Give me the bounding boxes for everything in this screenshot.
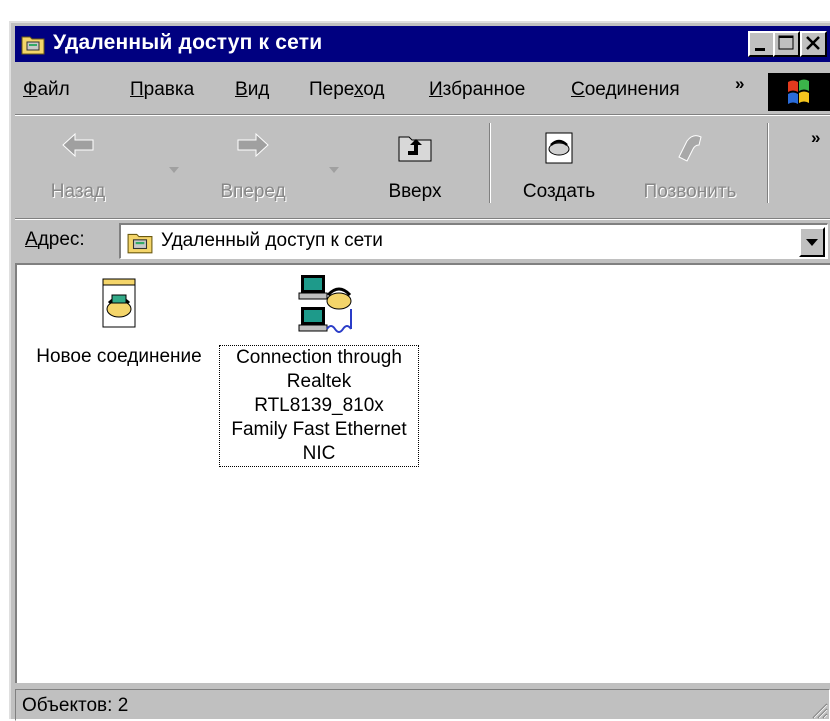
forward-dropdown-icon[interactable]	[327, 165, 341, 175]
menu-separator	[15, 114, 830, 116]
windows-logo-icon	[768, 73, 830, 111]
back-dropdown-icon[interactable]	[167, 165, 181, 175]
up-folder-icon	[397, 131, 433, 168]
menu-connections[interactable]: Соединения	[571, 79, 680, 101]
maximize-button[interactable]	[773, 31, 800, 57]
list-item-new-connection[interactable]: Новое соединение	[21, 271, 217, 369]
menu-file[interactable]: Файл	[23, 79, 70, 101]
toolbar-overflow-chevron[interactable]: »	[811, 129, 820, 146]
menu-favorites[interactable]: Избранное	[429, 79, 525, 101]
create-button[interactable]: Создать	[509, 117, 609, 213]
toolbar-separator-2	[767, 123, 769, 203]
back-label: Назад	[50, 181, 106, 202]
address-value: Удаленный доступ к сети	[161, 230, 383, 251]
minimize-button[interactable]	[748, 31, 775, 57]
back-arrow-icon	[61, 131, 95, 164]
status-pane: Объектов: 2	[15, 689, 830, 721]
menu-view[interactable]: Вид	[235, 79, 269, 101]
connection-icon	[219, 271, 419, 345]
forward-arrow-icon	[236, 131, 270, 164]
create-label: Создать	[522, 181, 596, 202]
new-connection-icon	[21, 271, 217, 345]
status-bar: Объектов: 2	[15, 687, 830, 721]
status-object-count: Объектов: 2	[22, 695, 129, 716]
phone-icon	[673, 131, 707, 170]
menu-overflow-chevron[interactable]: »	[735, 75, 744, 92]
back-button[interactable]: Назад	[43, 117, 113, 213]
item-label: Connection through Realtek RTL8139_810x …	[219, 345, 419, 467]
close-button[interactable]	[800, 31, 827, 57]
list-item-connection-realtek[interactable]: Connection through Realtek RTL8139_810x …	[219, 271, 419, 467]
standard-toolbar: Назад Вперед Вверх Создать Позвонить »	[15, 117, 830, 217]
title-bar[interactable]: Удаленный доступ к сети	[15, 26, 830, 62]
up-button[interactable]: Вверх	[375, 117, 455, 213]
dialup-folder-icon	[21, 33, 45, 60]
address-label: Адрес:	[25, 229, 85, 250]
menu-bar: Файл Правка Вид Переход Избранное Соедин…	[15, 67, 830, 113]
toolbar-separator	[489, 123, 491, 203]
new-connection-toolbar-icon	[542, 131, 576, 170]
explorer-window: Удаленный доступ к сети Файл Правка Вид …	[9, 21, 830, 721]
resize-grip-icon[interactable]	[810, 701, 828, 719]
dial-label: Позвонить	[643, 181, 737, 202]
item-label: Новое соединение	[36, 346, 202, 367]
menu-edit[interactable]: Правка	[130, 79, 194, 101]
folder-view[interactable]: Новое соединение Connection through Real…	[15, 263, 830, 683]
up-label: Вверх	[388, 181, 442, 202]
address-dropdown-button[interactable]	[799, 227, 825, 257]
menu-go[interactable]: Переход	[309, 79, 385, 101]
address-input[interactable]: Удаленный доступ к сети	[119, 223, 828, 259]
chevron-down-icon	[806, 239, 818, 246]
address-bar: Адрес: Удаленный доступ к сети	[15, 221, 830, 261]
forward-button[interactable]: Вперед	[213, 117, 293, 213]
toolbar-separator-line	[15, 218, 830, 220]
forward-label: Вперед	[220, 181, 286, 202]
dialup-folder-icon	[127, 230, 153, 259]
window-title: Удаленный доступ к сети	[53, 31, 323, 54]
dial-button[interactable]: Позвонить	[635, 117, 745, 213]
